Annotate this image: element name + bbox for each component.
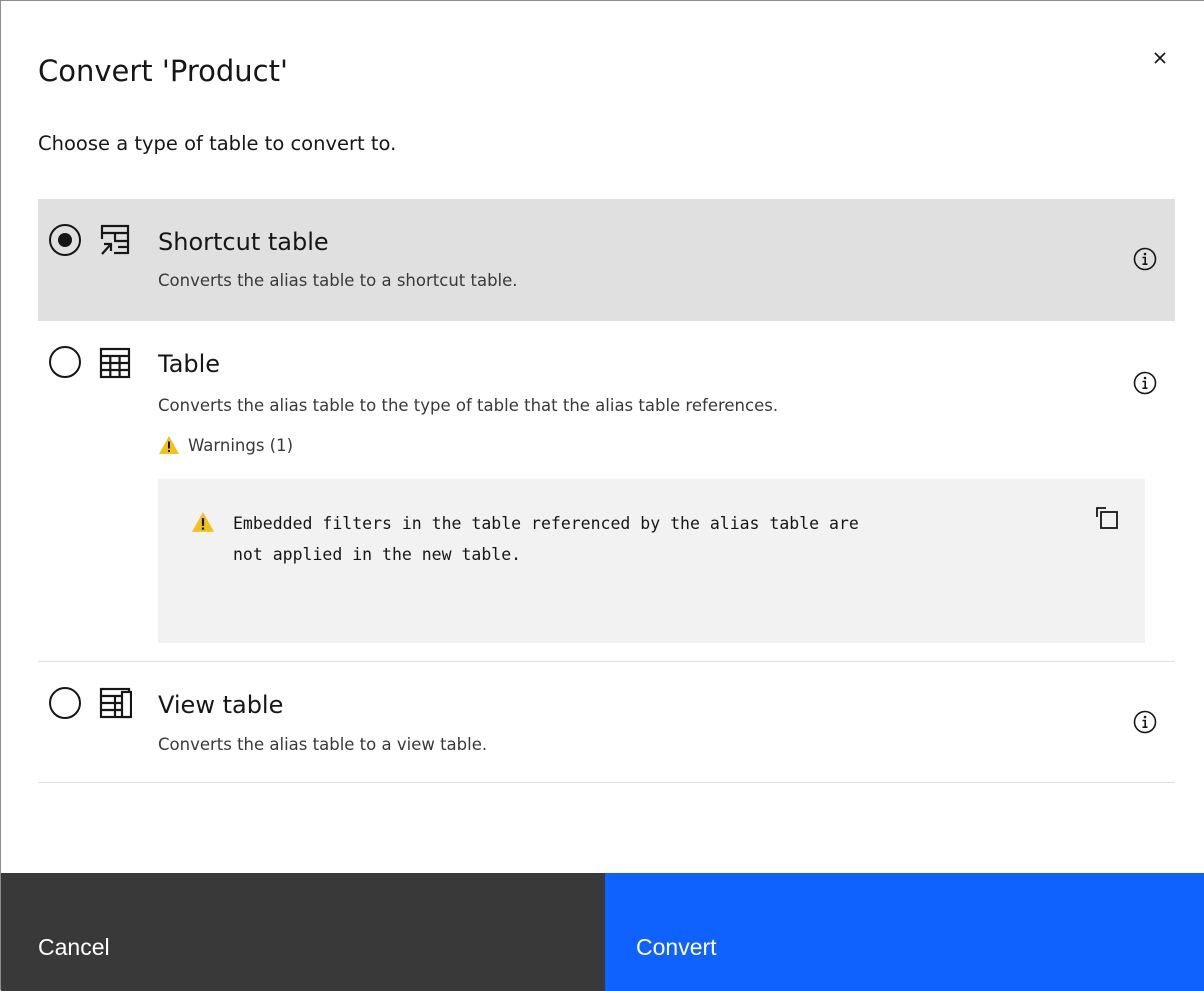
radio-table[interactable] — [49, 346, 81, 378]
warning-message: Embedded filters in the table referenced… — [233, 514, 859, 564]
option-shortcut-table[interactable]: Shortcut table Converts the alias table … — [38, 199, 1175, 321]
warning-icon — [192, 512, 214, 532]
option-description: Converts the alias table to the type of … — [158, 396, 779, 415]
cancel-button[interactable]: Cancel — [1, 873, 605, 991]
dialog-footer: Cancel Convert — [1, 873, 1204, 991]
option-table[interactable]: Table Converts the alias table to the ty… — [38, 321, 1175, 662]
warning-message-box: Embedded filters in the table referenced… — [158, 479, 1145, 643]
info-icon — [1133, 371, 1157, 395]
view-table-icon — [99, 687, 132, 719]
info-button[interactable] — [1131, 245, 1159, 273]
option-view-table[interactable]: View table Converts the alias table to a… — [38, 662, 1175, 783]
warnings-toggle[interactable]: Warnings (1) — [158, 435, 293, 455]
option-description: Converts the alias table to a shortcut t… — [158, 271, 518, 290]
shortcut-table-icon — [99, 224, 130, 256]
info-button[interactable] — [1131, 369, 1159, 397]
radio-view-table[interactable] — [49, 687, 81, 719]
info-icon — [1133, 710, 1157, 734]
copy-button[interactable] — [1092, 503, 1122, 533]
table-icon — [99, 347, 131, 379]
warning-icon — [159, 436, 179, 454]
dialog-subtitle: Choose a type of table to convert to. — [38, 132, 397, 155]
option-title: View table — [158, 691, 284, 719]
option-title: Table — [158, 350, 221, 378]
info-button[interactable] — [1131, 708, 1159, 736]
convert-dialog: Convert 'Product' Choose a type of table… — [0, 0, 1204, 991]
radio-shortcut-table[interactable] — [49, 224, 81, 256]
info-icon — [1133, 247, 1157, 271]
convert-button[interactable]: Convert — [605, 873, 1204, 991]
option-description: Converts the alias table to a view table… — [158, 735, 488, 754]
dialog-title: Convert 'Product' — [38, 54, 288, 88]
warnings-label: Warnings (1) — [188, 435, 294, 455]
close-icon — [1154, 52, 1166, 64]
copy-icon — [1096, 507, 1118, 529]
close-button[interactable] — [1143, 41, 1177, 75]
option-title: Shortcut table — [158, 228, 329, 256]
